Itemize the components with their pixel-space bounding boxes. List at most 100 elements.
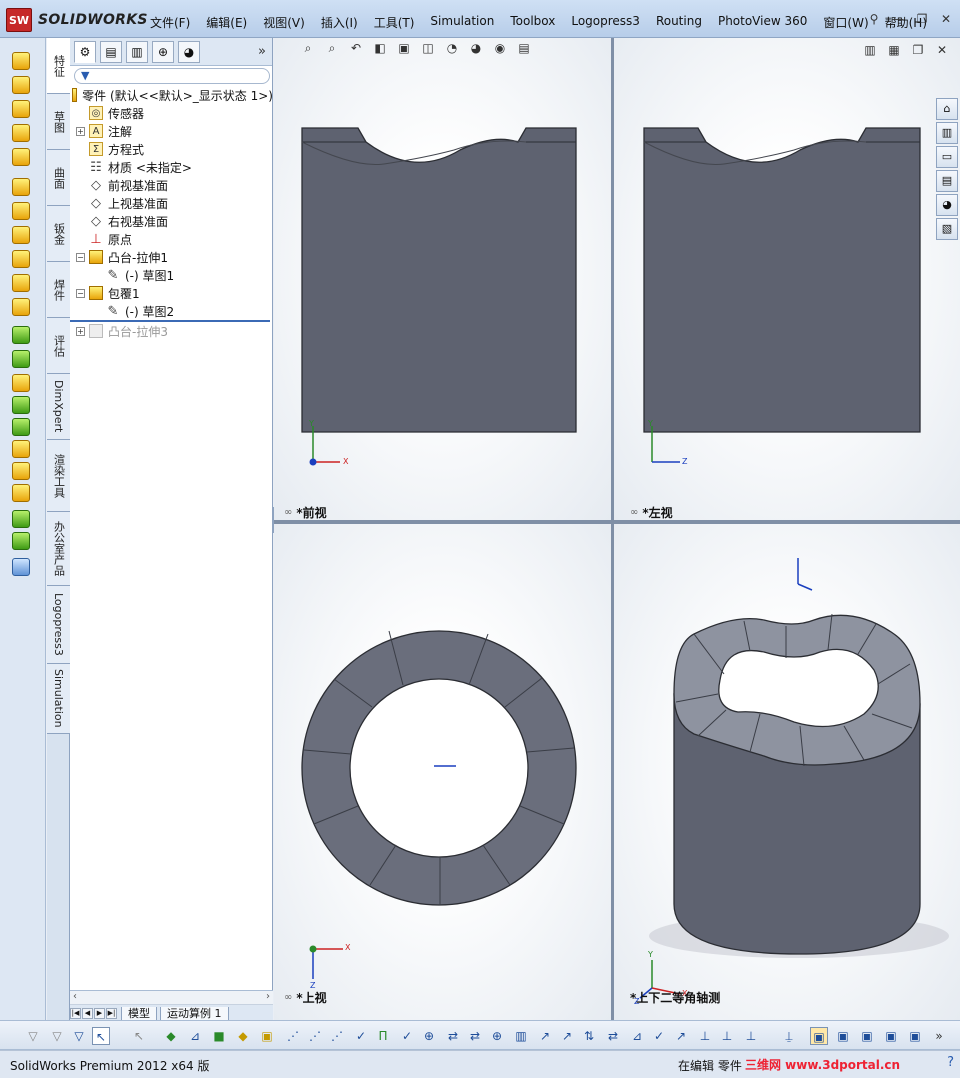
tree-item-right-plane[interactable]: ◇ 右视基准面: [70, 212, 273, 230]
view-right-icon[interactable]: ▣: [882, 1027, 900, 1045]
menu-photoview[interactable]: PhotoView 360: [710, 10, 815, 34]
tab-weldments[interactable]: 焊件: [47, 262, 70, 318]
view-orientation-icon[interactable]: ▣: [396, 40, 412, 56]
tree-filter-input[interactable]: ▼: [74, 68, 270, 84]
menu-tools[interactable]: 工具(T): [366, 10, 423, 34]
expand-chevron-icon[interactable]: »: [258, 44, 266, 59]
sweep-boss-icon[interactable]: [12, 100, 30, 118]
help-icon[interactable]: ?: [947, 1055, 954, 1070]
tree-item-wrap1[interactable]: − 包覆1: [70, 284, 273, 302]
centerline-icon[interactable]: ⋰: [328, 1027, 346, 1045]
file-explorer-icon[interactable]: ▭: [936, 146, 958, 168]
menu-simulation[interactable]: Simulation: [422, 10, 502, 34]
view-left-icon[interactable]: ▣: [858, 1027, 876, 1045]
collapse-icon[interactable]: −: [76, 252, 85, 262]
dome-icon[interactable]: [12, 462, 30, 480]
tile-icon[interactable]: ▥: [862, 42, 878, 58]
reference-geometry-icon[interactable]: [12, 510, 30, 528]
tab-render-tools[interactable]: 渲染工具: [47, 440, 70, 512]
extrude-boss-icon[interactable]: [12, 52, 30, 70]
rib-icon[interactable]: [12, 374, 30, 392]
scale-icon[interactable]: ↗: [558, 1027, 576, 1045]
text-icon[interactable]: Π: [374, 1027, 392, 1045]
menu-logopress3[interactable]: Logopress3: [563, 10, 648, 34]
rectangle-icon[interactable]: ■: [210, 1027, 228, 1045]
select-arrow-icon[interactable]: ↖: [92, 1027, 110, 1045]
tree-item-equations[interactable]: Σ 方程式: [70, 140, 273, 158]
select-box-icon[interactable]: ↖: [130, 1027, 148, 1045]
link-view-icon[interactable]: ∞: [284, 992, 292, 1003]
plane-sketch-icon[interactable]: ✓: [398, 1027, 416, 1045]
tree-item-boss-extrude3[interactable]: + 凸台-拉伸3: [70, 322, 273, 340]
configurationmanager-tab-icon[interactable]: ▥: [126, 40, 148, 63]
zoom-to-fit-icon[interactable]: ⌕: [300, 40, 316, 56]
next-tab-icon[interactable]: ▶: [94, 1008, 105, 1019]
tree-item-sketch2[interactable]: ✎ (-) 草图2: [70, 302, 273, 320]
revolve-boss-icon[interactable]: [12, 76, 30, 94]
hole-wizard-icon[interactable]: [12, 202, 30, 220]
smart-dimension-icon[interactable]: ◆: [162, 1027, 180, 1045]
scroll-left-icon[interactable]: ‹: [73, 991, 77, 1002]
menu-insert[interactable]: 插入(I): [313, 10, 366, 34]
tree-item-sensors[interactable]: ◎ 传感器: [70, 104, 273, 122]
copy-icon[interactable]: ⇅: [580, 1027, 598, 1045]
rotate-icon[interactable]: ↗: [536, 1027, 554, 1045]
menu-toolbox[interactable]: Toolbox: [502, 10, 563, 34]
viewport-isometric[interactable]: Y X Z *上下二等角轴测: [614, 524, 960, 1020]
collapse-icon[interactable]: −: [76, 288, 85, 298]
circular-sketch-pattern-icon[interactable]: ⊿: [628, 1027, 646, 1045]
rapid-sketch-icon[interactable]: ⊥: [742, 1027, 760, 1045]
quick-snaps-icon[interactable]: ⊥: [718, 1027, 736, 1045]
view-palette-icon[interactable]: ▤: [936, 170, 958, 192]
normal-to-icon[interactable]: ⍊: [780, 1027, 798, 1045]
solidworks-resources-icon[interactable]: ⌂: [936, 98, 958, 120]
propertymanager-tab-icon[interactable]: ▤: [100, 40, 122, 63]
display-relations-icon[interactable]: ↗: [672, 1027, 690, 1045]
linear-pattern-icon[interactable]: [12, 350, 30, 368]
offset-icon[interactable]: ⊕: [420, 1027, 438, 1045]
tab-dimxpert[interactable]: DimXpert: [47, 374, 70, 440]
fillet-icon[interactable]: [12, 326, 30, 344]
viewport-top[interactable]: X Z ∞ *上视: [274, 524, 611, 1020]
tree-item-sketch1[interactable]: ✎ (-) 草图1: [70, 266, 273, 284]
featuremanager-tab-icon[interactable]: ⚙: [74, 40, 96, 63]
tab-evaluate[interactable]: 评估: [47, 318, 70, 374]
scroll-right-icon[interactable]: ›: [266, 991, 270, 1002]
viewport-front[interactable]: Y X ∞ *前视: [274, 38, 611, 520]
close-icon[interactable]: ✕: [934, 42, 950, 58]
trim-icon[interactable]: ⇄: [444, 1027, 462, 1045]
edit-appearance-icon[interactable]: ◕: [468, 40, 484, 56]
tree-item-annotations[interactable]: + A 注解: [70, 122, 273, 140]
display-manager-tab-icon[interactable]: ◕: [178, 40, 200, 63]
tree-root[interactable]: 零件 (默认<<默认>_显示状态 1>): [70, 86, 273, 104]
restore-button[interactable]: ❐: [914, 12, 930, 26]
tab-surfaces[interactable]: 曲面: [47, 150, 70, 206]
prev-tab-icon[interactable]: ◀: [82, 1008, 93, 1019]
draft-icon[interactable]: [12, 396, 30, 414]
repair-sketch-icon[interactable]: ⊥: [696, 1027, 714, 1045]
view-front-icon[interactable]: ▣: [810, 1027, 828, 1045]
tab-motion-study[interactable]: 运动算例 1: [160, 1006, 229, 1021]
viewport-divider-horizontal[interactable]: [274, 520, 960, 524]
horizontal-scrollbar[interactable]: ‹ ›: [70, 991, 273, 1005]
view-back-icon[interactable]: ▣: [834, 1027, 852, 1045]
tree-item-boss-extrude1[interactable]: − 凸台-拉伸1: [70, 248, 273, 266]
tab-office-products[interactable]: 办公室产品: [47, 512, 70, 586]
move-icon[interactable]: ▥: [512, 1027, 530, 1045]
filter-faces-icon[interactable]: ▽: [70, 1027, 88, 1045]
menu-view[interactable]: 视图(V): [255, 10, 313, 34]
loft-cut-icon[interactable]: [12, 274, 30, 292]
close-button[interactable]: ✕: [938, 12, 954, 26]
minimize-button[interactable]: —: [890, 12, 906, 26]
wrap-icon[interactable]: [12, 440, 30, 458]
link-view-icon[interactable]: ∞: [630, 507, 638, 518]
expand-icon[interactable]: +: [76, 326, 85, 336]
tile-vertical-icon[interactable]: ▦: [886, 42, 902, 58]
appearances-icon[interactable]: ◕: [936, 194, 958, 216]
link-view-icon[interactable]: ∞: [284, 507, 292, 518]
extend-icon[interactable]: ⇄: [466, 1027, 484, 1045]
boundary-boss-icon[interactable]: [12, 148, 30, 166]
tab-sketch[interactable]: 草图: [47, 94, 70, 150]
mirror-sketch-icon[interactable]: ⊕: [488, 1027, 506, 1045]
viewport-divider-vertical[interactable]: [611, 38, 614, 1020]
